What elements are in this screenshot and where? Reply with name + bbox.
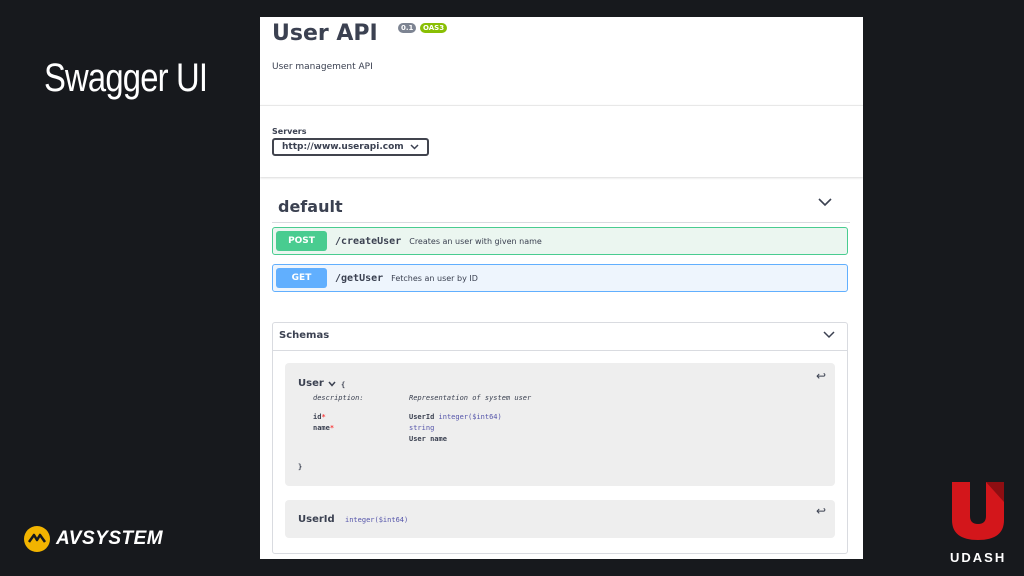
section-title-default[interactable]: default xyxy=(278,197,343,216)
schema-model-user[interactable]: User { ↩ description: Representation of … xyxy=(285,363,835,486)
property-name-id: id* xyxy=(313,413,326,421)
schemas-header[interactable]: Schemas xyxy=(273,323,847,351)
property-description-name: User name xyxy=(409,435,447,443)
method-badge-post: POST xyxy=(276,231,327,251)
description-key: description: xyxy=(313,394,364,402)
model-name: UserId xyxy=(298,514,335,525)
chevron-down-icon[interactable] xyxy=(328,381,336,387)
schemas-title: Schemas xyxy=(279,330,330,341)
schema-model-userid[interactable]: UserId integer($int64) ↩ xyxy=(285,500,835,538)
close-brace: } xyxy=(298,463,303,471)
model-name: User xyxy=(298,378,324,389)
section-divider xyxy=(272,222,850,223)
api-description: User management API xyxy=(272,62,373,72)
operation-path: /getUser xyxy=(335,272,384,284)
return-icon[interactable]: ↩ xyxy=(816,369,826,383)
avsystem-wordmark: AVSYSTEM xyxy=(56,528,164,549)
property-type-id: UserId integer($int64) xyxy=(409,413,502,421)
server-selected-value: http://www.userapi.com xyxy=(282,142,404,152)
udash-wordmark: UDASH xyxy=(950,550,1007,565)
slide-title: Swagger UI xyxy=(44,56,208,100)
chevron-down-icon[interactable] xyxy=(823,331,835,339)
swagger-ui-panel: User API 0.1 OAS3 User management API Se… xyxy=(260,17,863,559)
chevron-down-icon[interactable] xyxy=(818,198,832,207)
operation-create-user[interactable]: POST /createUser Creates an user with gi… xyxy=(272,227,848,255)
server-select[interactable]: http://www.userapi.com xyxy=(272,138,429,156)
schemas-section: Schemas User { ↩ description: Representa… xyxy=(272,322,848,554)
description-value: Representation of system user xyxy=(409,394,532,402)
operation-summary: Fetches an user by ID xyxy=(391,273,478,283)
property-name-name: name* xyxy=(313,424,335,432)
chevron-down-icon xyxy=(410,144,419,150)
avsystem-logo: AVSYSTEM xyxy=(24,526,163,552)
operation-get-user[interactable]: GET /getUser Fetches an user by ID xyxy=(272,264,848,292)
servers-section: Servers http://www.userapi.com xyxy=(260,105,863,177)
servers-label: Servers xyxy=(272,127,307,136)
api-title: User API xyxy=(272,21,378,46)
return-icon[interactable]: ↩ xyxy=(816,504,826,518)
operation-summary: Creates an user with given name xyxy=(409,236,542,246)
udash-logo-icon xyxy=(952,482,1004,540)
property-type-name: string xyxy=(409,424,435,432)
version-badge: 0.1 xyxy=(398,23,417,33)
avsystem-logo-icon xyxy=(24,526,50,552)
open-brace: { xyxy=(341,381,346,389)
oas-badge: OAS3 xyxy=(420,23,448,33)
method-badge-get: GET xyxy=(276,268,327,288)
operation-path: /createUser xyxy=(335,235,402,247)
udash-logo: UDASH xyxy=(950,480,1006,565)
model-format: integer($int64) xyxy=(345,516,409,524)
